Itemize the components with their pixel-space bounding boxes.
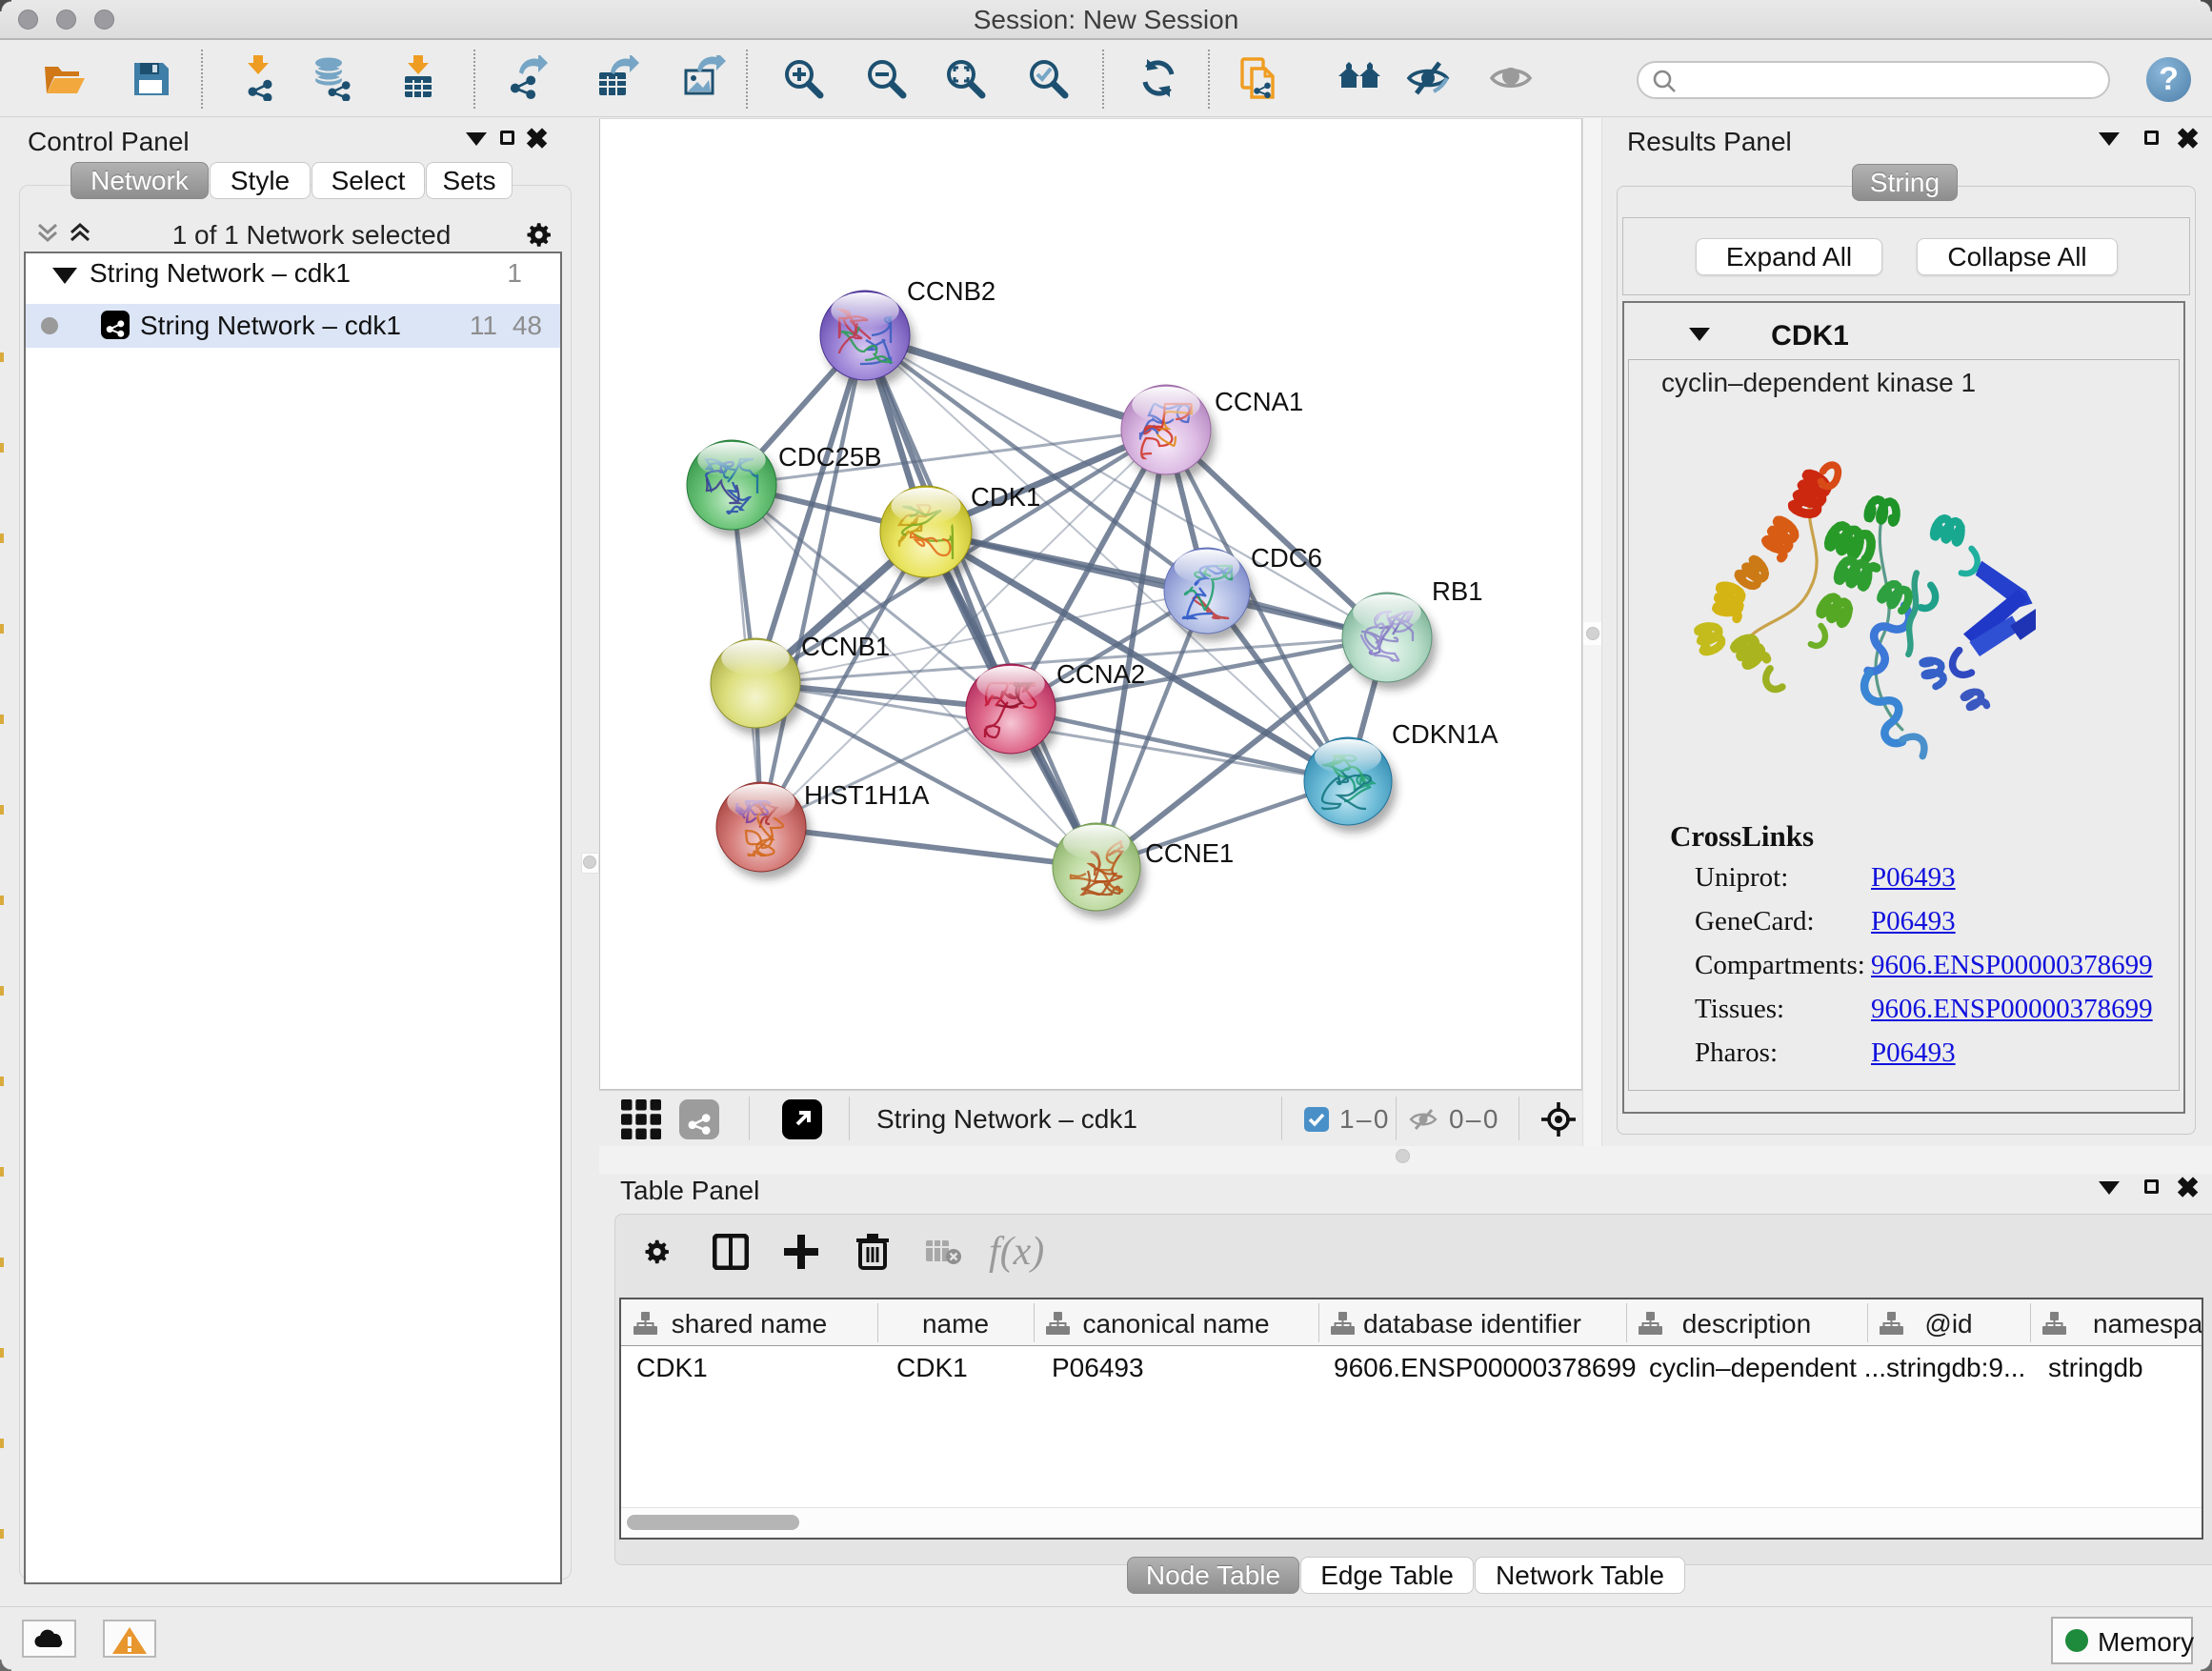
svg-text:CDKN1A: CDKN1A — [1392, 719, 1498, 749]
svg-text:CCNB2: CCNB2 — [907, 276, 995, 306]
svg-text:CCNA2: CCNA2 — [1056, 659, 1145, 689]
svg-text:CDC25B: CDC25B — [778, 442, 882, 472]
svg-text:CDC6: CDC6 — [1251, 543, 1322, 573]
svg-text:CCNA1: CCNA1 — [1215, 387, 1303, 416]
svg-text:RB1: RB1 — [1432, 576, 1483, 606]
svg-text:CDK1: CDK1 — [971, 482, 1040, 512]
svg-text:HIST1H1A: HIST1H1A — [804, 780, 930, 810]
svg-text:CCNE1: CCNE1 — [1145, 838, 1234, 868]
svg-text:CCNB1: CCNB1 — [801, 632, 890, 661]
